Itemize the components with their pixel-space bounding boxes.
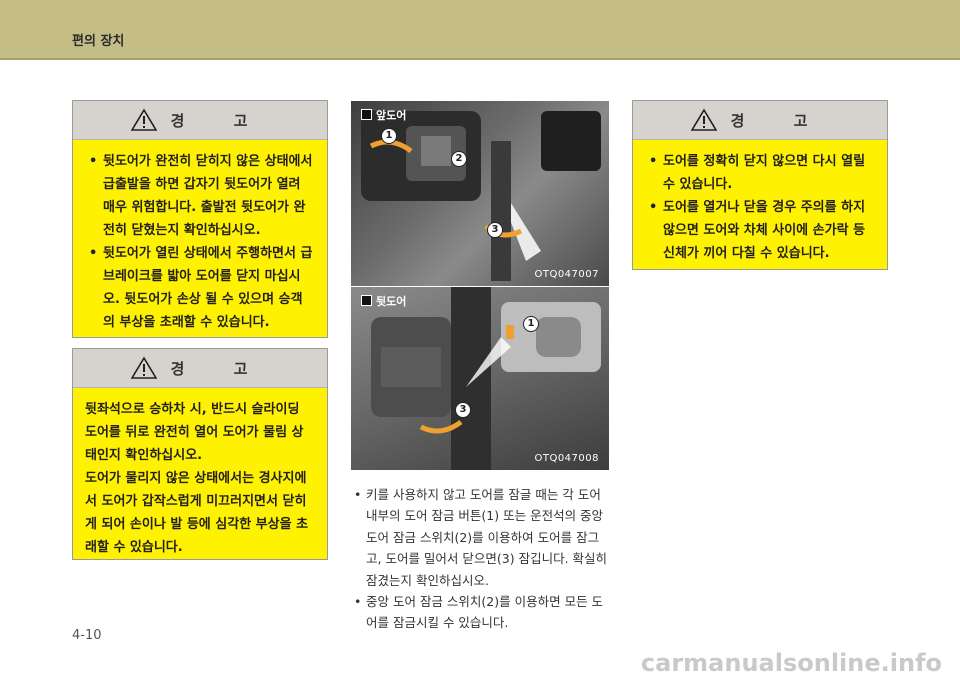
warning-body: 뒷도어가 완전히 닫히지 않은 상태에서 급출발을 하면 갑자기 뒷도어가 열려…	[73, 140, 327, 344]
warning-triangle-icon	[130, 109, 157, 131]
front-door-label: 앞도어	[361, 107, 406, 123]
warning-paragraph: 도어가 물리지 않은 상태에서는 경사지에서 도어가 갑작스럽게 미끄러지면서 …	[85, 471, 309, 555]
header-divider	[0, 58, 960, 60]
warning-header: 경 고	[73, 101, 327, 140]
rear-door-label: 뒷도어	[361, 293, 406, 309]
page-number: 4-10	[72, 628, 102, 643]
warning-title: 경 고	[170, 359, 270, 378]
warning-item: 도어를 열거나 닫을 경우 주의를 하지 않으면 도어와 차체 사이에 손가락 …	[649, 196, 873, 265]
warning-box-door-closing: 경 고 도어를 정확히 닫지 않으면 다시 열릴 수 있습니다. 도어를 열거나…	[632, 100, 888, 270]
callout-2: 2	[451, 151, 467, 167]
warning-item: 도어를 정확히 닫지 않으면 다시 열릴 수 있습니다.	[649, 150, 873, 196]
instruction-item: 키를 사용하지 않고 도어를 잠글 때는 각 도어 내부의 도어 잠금 버튼(1…	[352, 484, 614, 591]
page-header: 편의 장치	[0, 0, 960, 58]
warning-item: 뒷도어가 완전히 닫히지 않은 상태에서 급출발을 하면 갑자기 뒷도어가 열려…	[89, 150, 313, 242]
watermark: carmanualsonline.info	[640, 649, 942, 677]
photo-code: OTQ047008	[534, 453, 599, 464]
warning-title: 경 고	[170, 111, 270, 130]
rear-door-photo: 뒷도어 1 3 OTQ047008	[351, 287, 609, 470]
section-title: 편의 장치	[72, 34, 125, 49]
front-door-photo: 앞도어 1 2 3 OTQ047007	[351, 101, 609, 286]
warning-title: 경 고	[730, 111, 830, 130]
warning-body: 도어를 정확히 닫지 않으면 다시 열릴 수 있습니다. 도어를 열거나 닫을 …	[633, 140, 887, 275]
photo-code: OTQ047007	[534, 269, 599, 280]
label-square-icon	[361, 109, 372, 120]
label-square-icon	[361, 295, 372, 306]
warning-header: 경 고	[633, 101, 887, 140]
warning-paragraph: 뒷좌석으로 승하차 시, 반드시 슬라이딩 도어를 뒤로 완전히 열어 도어가 …	[85, 402, 304, 463]
door-lock-instructions: 키를 사용하지 않고 도어를 잠글 때는 각 도어 내부의 도어 잠금 버튼(1…	[352, 484, 614, 634]
callout-1: 1	[381, 128, 397, 144]
warning-box-sliding-door: 경 고 뒷좌석으로 승하차 시, 반드시 슬라이딩 도어를 뒤로 완전히 열어 …	[72, 348, 328, 560]
rear-door-illustration	[371, 287, 601, 470]
warning-triangle-icon	[690, 109, 717, 131]
warning-header: 경 고	[73, 349, 327, 388]
warning-box-rear-door: 경 고 뒷도어가 완전히 닫히지 않은 상태에서 급출발을 하면 갑자기 뒷도어…	[72, 100, 328, 338]
callout-3: 3	[487, 222, 503, 238]
callout-3: 3	[455, 402, 471, 418]
warning-body: 뒷좌석으로 승하차 시, 반드시 슬라이딩 도어를 뒤로 완전히 열어 도어가 …	[73, 388, 327, 569]
warning-item: 뒷도어가 열린 상태에서 주행하면서 급브레이크를 밟아 도어를 닫지 마십시오…	[89, 242, 313, 334]
instruction-item: 중앙 도어 잠금 스위치(2)를 이용하면 모든 도어를 잠금시킬 수 있습니다…	[352, 591, 614, 634]
callout-1: 1	[523, 316, 539, 332]
warning-triangle-icon	[130, 357, 157, 379]
